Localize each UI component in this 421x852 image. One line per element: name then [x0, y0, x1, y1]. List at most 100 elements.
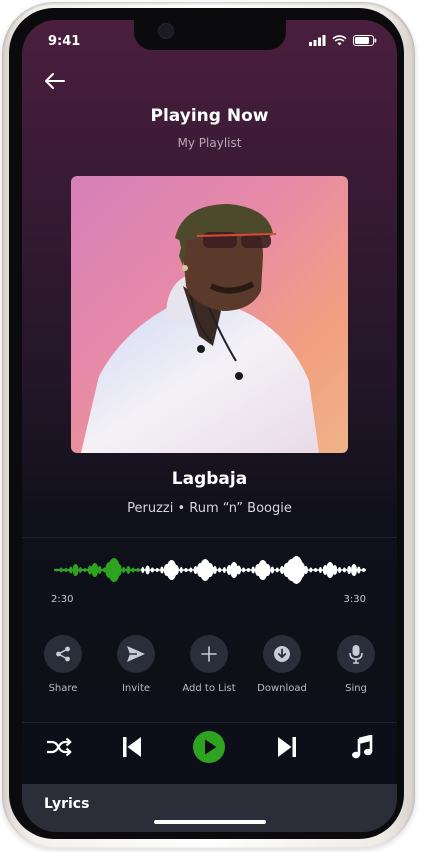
waveform-bar [160, 566, 164, 574]
waveform-bar [218, 567, 222, 573]
send-icon [127, 646, 145, 662]
sing-icon-circle [337, 635, 375, 673]
home-indicator[interactable] [154, 820, 266, 824]
waveform-bar [72, 564, 79, 576]
waveform-bar [54, 568, 58, 572]
previous-icon [123, 737, 141, 757]
waveform-bar [141, 567, 145, 573]
waveform-bar [246, 568, 250, 572]
player-screen: 9:41 Playing Now My Playlist Lagbaja Per… [22, 20, 397, 832]
waveform-bar [206, 563, 214, 577]
shuffle-icon [47, 737, 72, 757]
waveform-bar [309, 567, 313, 573]
waveform-bar [83, 568, 87, 572]
notch [134, 20, 286, 50]
page-title: Playing Now [150, 106, 269, 126]
divider-bottom [22, 722, 397, 723]
waveform-bar [236, 565, 242, 575]
status-time: 9:41 [48, 34, 81, 49]
share-label: Share [48, 683, 78, 694]
waveform-bar [275, 567, 279, 573]
album-art [71, 176, 348, 453]
waveform-bar [136, 568, 140, 572]
waveform-bar [264, 564, 271, 576]
waveform-bar [338, 567, 342, 573]
waveform-bar [126, 566, 131, 574]
download-label: Download [257, 683, 307, 694]
microphone-icon [349, 645, 363, 664]
waveform-bar [173, 565, 179, 575]
waveform-seekbar[interactable] [54, 550, 366, 590]
invite-button[interactable]: Invite [104, 635, 168, 694]
previous-button[interactable] [117, 732, 147, 762]
waveform-bar [332, 565, 338, 575]
waveform-bar [251, 566, 255, 574]
waveform-bar [222, 567, 226, 573]
waveform-bar [242, 567, 246, 573]
waveform-bar [362, 568, 366, 572]
waveform-bar [150, 567, 154, 573]
wifi-icon [332, 35, 347, 46]
waveform-bar [184, 568, 188, 572]
play-button[interactable] [190, 728, 228, 766]
waveform-bar [97, 566, 102, 574]
waveform-bar [318, 567, 322, 573]
music-note-icon [352, 735, 373, 759]
share-button[interactable]: Share [31, 635, 95, 694]
album-art-image [81, 204, 319, 453]
waveform-bar [122, 567, 126, 573]
camera [158, 23, 174, 39]
download-icon [274, 646, 290, 662]
waveform-bar [212, 566, 217, 574]
waveform-bar [304, 566, 308, 574]
next-button[interactable] [272, 732, 302, 762]
playlist-name: My Playlist [177, 136, 242, 150]
download-icon-circle [263, 635, 301, 673]
shuffle-button[interactable] [44, 732, 74, 762]
waveform-bar [179, 567, 183, 573]
elapsed-time: 2:30 [51, 594, 74, 605]
battery-icon [353, 35, 377, 46]
waveform-bar [351, 564, 357, 576]
track-artist: Peruzzi • Rum “n” Boogie [127, 501, 292, 516]
waveform-bar [189, 567, 193, 573]
play-icon [193, 731, 225, 763]
status-icons [309, 35, 377, 46]
divider-top [22, 537, 397, 538]
waveform-bar [145, 565, 150, 575]
plus-icon [201, 646, 217, 662]
action-row: Share Invite Add to List Download Sing [22, 635, 397, 695]
add-icon-circle [190, 635, 228, 673]
total-time: 3:30 [343, 594, 366, 605]
lyrics-panel[interactable]: Lyrics [22, 784, 397, 832]
music-note-button[interactable] [347, 732, 377, 762]
track-title: Lagbaja [171, 469, 248, 489]
share-icon-circle [44, 635, 82, 673]
share-icon [56, 646, 70, 662]
waveform-bar [78, 567, 82, 573]
waveform-bar [59, 567, 63, 573]
waveform-bar [314, 568, 318, 572]
next-icon [278, 737, 296, 757]
waveform-bar [91, 563, 99, 577]
download-button[interactable]: Download [250, 635, 314, 694]
waveform-bar [69, 566, 73, 574]
waveform-bar [357, 566, 361, 574]
waveform-bar [64, 568, 68, 572]
waveform-bar [270, 566, 275, 574]
waveform-bar [131, 567, 135, 573]
sing-button[interactable]: Sing [324, 635, 388, 694]
invite-icon-circle [117, 635, 155, 673]
waveform-bar [115, 564, 122, 576]
add-to-list-button[interactable]: Add to List [177, 635, 241, 694]
add-to-list-label: Add to List [182, 683, 236, 694]
waveform-bar [155, 568, 159, 572]
playback-controls [22, 731, 397, 772]
waveform-bar [347, 566, 352, 574]
sing-label: Sing [345, 683, 367, 694]
waveform-bar [342, 567, 346, 573]
back-arrow-icon[interactable] [44, 72, 66, 90]
signal-icon [309, 35, 326, 46]
invite-label: Invite [121, 683, 151, 694]
lyrics-label: Lyrics [44, 796, 90, 812]
